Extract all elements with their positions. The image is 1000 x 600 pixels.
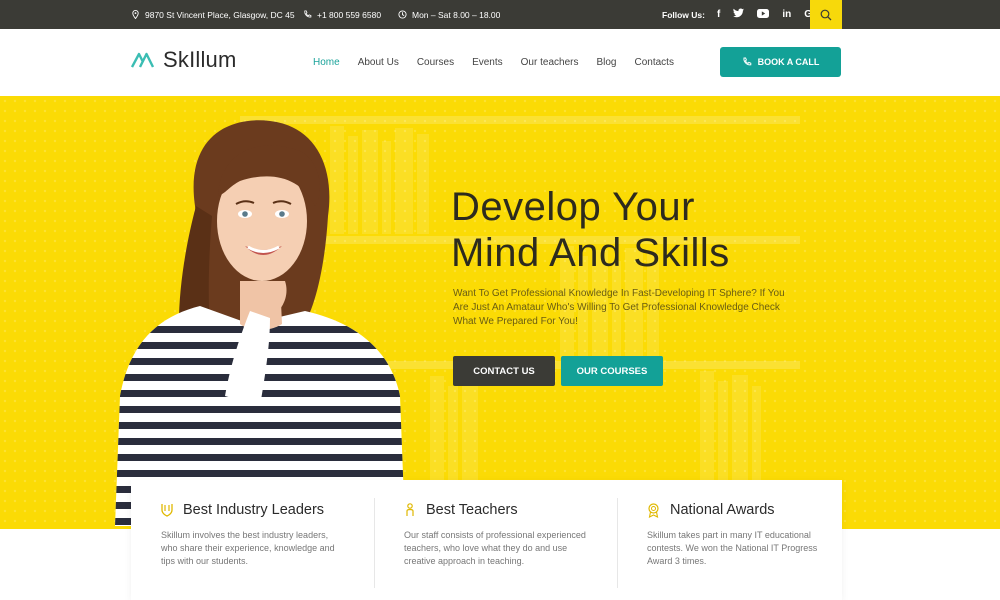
nav-about-us[interactable]: About Us — [358, 57, 399, 68]
phone-icon — [304, 10, 312, 18]
teacher-icon — [406, 503, 414, 516]
main-nav: Home About Us Courses Events Our teacher… — [313, 29, 674, 96]
clock-icon — [398, 10, 407, 19]
facebook-icon[interactable]: f — [717, 9, 720, 20]
phone-info[interactable]: +1 800 559 6580 — [303, 0, 381, 29]
our-courses-button[interactable]: OUR COURSES — [561, 356, 663, 386]
follow-label: Follow Us: — [662, 9, 705, 20]
phone-text: +1 800 559 6580 — [317, 9, 382, 20]
nav-home[interactable]: Home — [313, 57, 340, 68]
feature-text: Skillum takes part in many IT educationa… — [647, 530, 818, 566]
hours-info: Mon – Sat 8.00 – 18.00 — [398, 0, 500, 29]
social-links: f in G+ — [717, 8, 818, 21]
hero-title-line1: Develop Your — [451, 185, 695, 229]
top-bar: 9870 St Vincent Place, Glasgow, DC 45 +1… — [0, 0, 1000, 29]
nav-courses[interactable]: Courses — [417, 57, 454, 68]
contact-us-button[interactable]: CONTACT US — [453, 356, 555, 386]
address-info: 9870 St Vincent Place, Glasgow, DC 45 — [131, 0, 295, 29]
logo-text: SkIllum — [163, 47, 237, 72]
feature-best-teachers: Best Teachers Our staff consists of prof… — [374, 480, 617, 600]
main-header: SkIllum Home About Us Courses Events Our… — [0, 29, 1000, 96]
feature-national-awards: National Awards Skillum takes part in ma… — [617, 480, 860, 600]
site-logo[interactable]: SkIllum — [131, 47, 237, 73]
book-a-call-button[interactable]: BOOK A CALL — [720, 47, 841, 77]
features-card: Best Industry Leaders Skillum involves t… — [131, 480, 842, 600]
search-button[interactable] — [810, 0, 842, 29]
student-photo — [115, 120, 405, 526]
award-icon — [648, 502, 659, 518]
feature-text: Skillum involves the best industry leade… — [161, 530, 335, 566]
hero-title: Develop Your Mind And Skills — [451, 184, 730, 276]
nav-blog[interactable]: Blog — [596, 57, 616, 68]
linkedin-icon[interactable]: in — [782, 9, 791, 20]
nav-contacts[interactable]: Contacts — [634, 57, 673, 68]
follow-us: Follow Us: f in G+ — [662, 0, 818, 29]
address-text: 9870 St Vincent Place, Glasgow, DC 45 — [145, 9, 295, 20]
nav-events[interactable]: Events — [472, 57, 503, 68]
search-icon — [820, 9, 832, 20]
feature-title: Best Industry Leaders — [183, 502, 325, 518]
feature-text: Our staff consists of professional exper… — [404, 530, 586, 566]
youtube-icon[interactable] — [757, 8, 770, 21]
feature-title: National Awards — [670, 502, 775, 518]
phone-icon — [743, 57, 751, 66]
twitter-icon[interactable] — [733, 8, 745, 21]
logo-icon — [131, 52, 155, 68]
hero-subtitle: Want To Get Professional Knowledge In Fa… — [453, 288, 785, 327]
feature-title: Best Teachers — [426, 502, 518, 518]
hero-title-line2: Mind And Skills — [451, 231, 730, 275]
leaders-icon — [161, 504, 173, 517]
hours-text: Mon – Sat 8.00 – 18.00 — [412, 9, 501, 20]
nav-our-teachers[interactable]: Our teachers — [521, 57, 579, 68]
feature-industry-leaders: Best Industry Leaders Skillum involves t… — [131, 480, 374, 600]
book-a-call-label: BOOK A CALL — [757, 57, 820, 67]
location-pin-icon — [132, 10, 139, 19]
